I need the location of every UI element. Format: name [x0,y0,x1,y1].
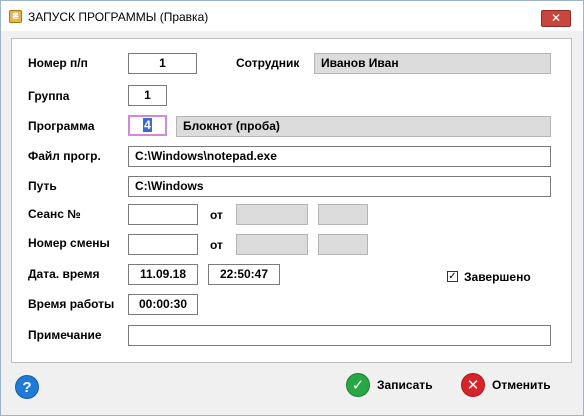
work-time-field[interactable]: 00:00:30 [128,294,198,315]
program-file-field[interactable]: C:\Windows\notepad.exe [128,146,551,167]
work-time-label: Время работы [28,297,115,311]
program-id-value: 4 [143,118,152,132]
cross-icon: ✕ [461,373,485,397]
program-id-field[interactable]: 4 [128,115,167,136]
session-field[interactable] [128,204,198,225]
cancel-button[interactable]: ✕ Отменить [461,371,551,399]
help-button[interactable]: ? [15,373,46,401]
shift-label: Номер смены [28,236,110,250]
note-label: Примечание [28,328,102,342]
employee-field[interactable]: Иванов Иван [314,53,551,74]
program-file-label: Файл прогр. [28,149,101,163]
datetime-label: Дата. время [28,267,100,281]
employee-label: Сотрудник [236,56,300,70]
session-from-field-b[interactable] [318,204,368,225]
shift-from-field-a[interactable] [236,234,308,255]
checkmark-icon: ✓ [346,373,370,397]
path-field[interactable]: C:\Windows [128,176,551,197]
number-label: Номер п/п [28,56,88,70]
session-label: Сеанс № [28,207,81,221]
date-field[interactable]: 11.09.18 [128,264,198,285]
number-field[interactable]: 1 [128,53,197,74]
window-title: ЗАПУСК ПРОГРАММЫ (Правка) [28,10,209,24]
note-field[interactable] [128,325,551,346]
dialog-window: ₴ ЗАПУСК ПРОГРАММЫ (Правка) ✕ Номер п/п … [0,0,584,416]
session-from-label: от [210,208,223,222]
program-label: Программа [28,119,95,133]
session-from-field-a[interactable] [236,204,308,225]
path-label: Путь [28,179,57,193]
program-name-field[interactable]: Блокнот (проба) [176,116,551,137]
save-button-label: Записать [377,378,433,392]
form-panel: Номер п/п 1 Сотрудник Иванов Иван Группа… [11,38,572,363]
title-bar: ₴ ЗАПУСК ПРОГРАММЫ (Правка) ✕ [1,1,583,31]
completed-label: Завершено [464,270,531,284]
shift-field[interactable] [128,234,198,255]
app-icon: ₴ [9,10,22,23]
completed-checkbox[interactable]: ✓ [447,271,458,282]
help-icon: ? [15,375,39,399]
shift-from-field-b[interactable] [318,234,368,255]
close-button[interactable]: ✕ [541,10,571,27]
group-field[interactable]: 1 [128,85,167,106]
time-field[interactable]: 22:50:47 [208,264,280,285]
save-button[interactable]: ✓ Записать [346,371,433,399]
shift-from-label: от [210,238,223,252]
cancel-button-label: Отменить [492,378,551,392]
group-label: Группа [28,89,70,103]
